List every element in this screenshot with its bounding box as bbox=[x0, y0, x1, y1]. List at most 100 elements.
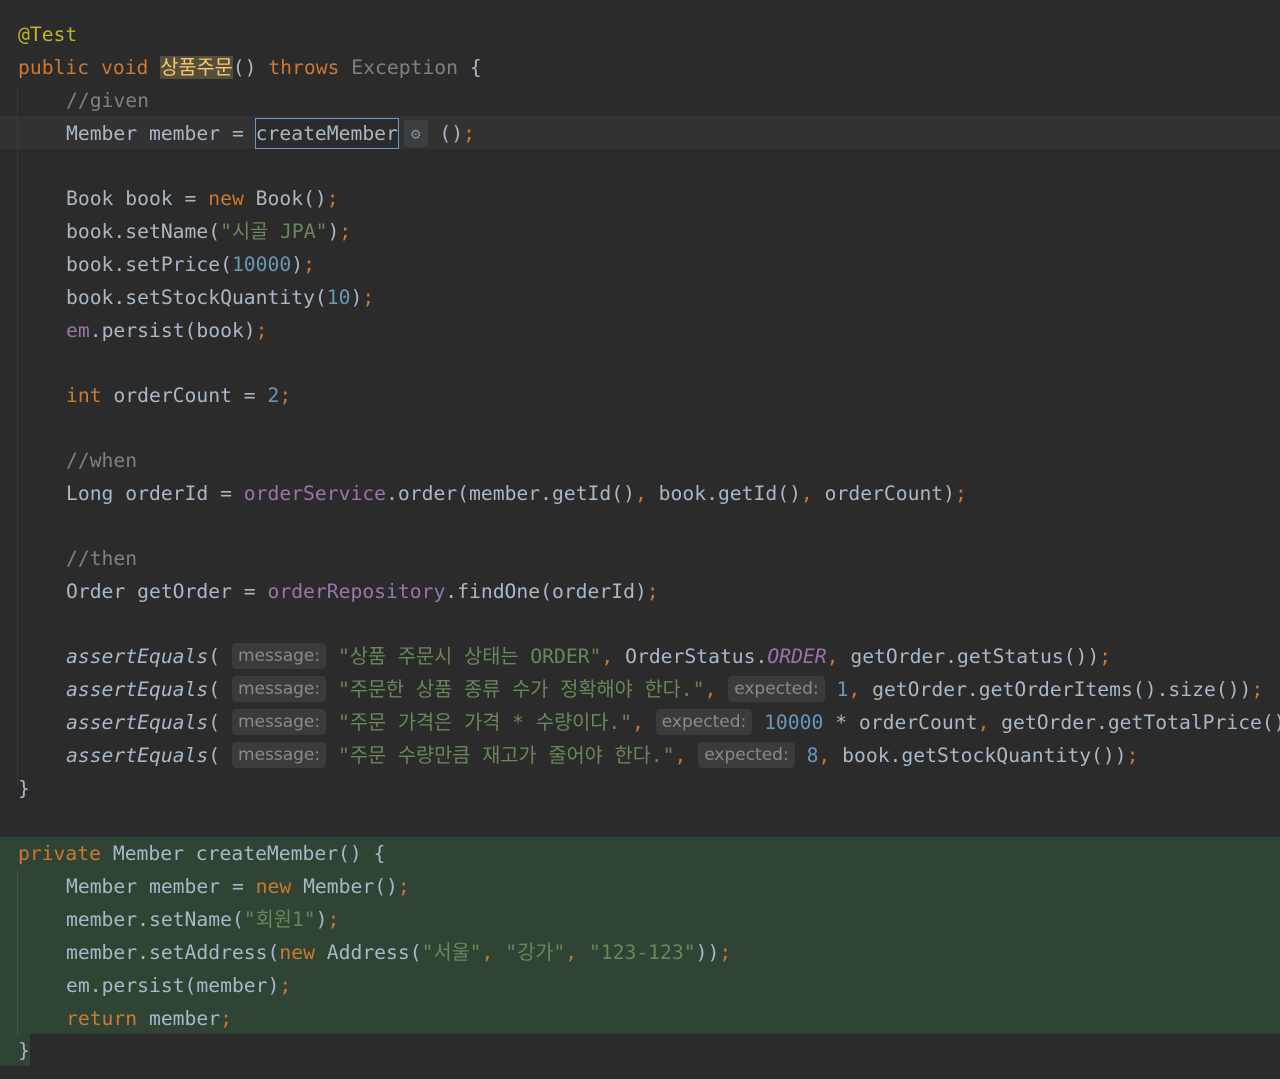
code-line[interactable]: member.setName("회원1"); bbox=[66, 903, 339, 936]
book-constructor: Book() bbox=[255, 187, 327, 210]
code-line[interactable]: member.setAddress(new Address("서울", "강가"… bbox=[66, 936, 731, 969]
open-paren: ( bbox=[208, 744, 221, 767]
order-call: .order(member.getId() bbox=[386, 482, 635, 505]
keyword-new: new bbox=[208, 187, 244, 210]
code-line[interactable]: em.persist(member); bbox=[66, 969, 291, 1002]
code-line[interactable]: } bbox=[18, 1034, 30, 1067]
close-brace: } bbox=[18, 777, 30, 800]
book-setstock-call: book.setStockQuantity( bbox=[66, 286, 327, 309]
keyword-throws: throws bbox=[268, 56, 340, 79]
assert-equals-call: assertEquals bbox=[66, 711, 209, 734]
code-line[interactable]: assertEquals( message: "주문 수량만큼 재고가 줄어야 … bbox=[66, 739, 1138, 772]
return-value: member bbox=[137, 1007, 221, 1030]
semicolon: ; bbox=[397, 875, 410, 898]
code-line[interactable]: } bbox=[18, 772, 30, 805]
code-line[interactable]: Member member = new Member(); bbox=[66, 870, 410, 903]
member-setname-call: member.setName( bbox=[66, 908, 244, 931]
code-line[interactable]: @Test bbox=[18, 18, 77, 51]
comma: , bbox=[634, 482, 647, 505]
rename-method-field[interactable]: createMember bbox=[254, 118, 399, 149]
code-line[interactable]: em.persist(book); bbox=[66, 314, 268, 347]
open-paren: ( bbox=[208, 645, 221, 668]
member-setaddress-call: member.setAddress( bbox=[66, 941, 280, 964]
parameter-hint-expected: expected: bbox=[655, 709, 753, 735]
semicolon: ; bbox=[303, 253, 315, 276]
semicolon: ; bbox=[463, 122, 475, 145]
parameter-hint-expected: expected: bbox=[698, 742, 795, 768]
actual-expression: getOrder.getOrderItems().size()) bbox=[860, 678, 1252, 701]
code-line[interactable]: assertEquals( message: "주문 가격은 가격 * 수량이다… bbox=[66, 706, 1280, 739]
comma: , bbox=[704, 678, 717, 701]
comma: , bbox=[818, 744, 831, 767]
semicolon: ; bbox=[326, 187, 339, 210]
comma: , bbox=[632, 711, 644, 734]
actual-expression: getOrder.getStatus()) bbox=[838, 645, 1100, 668]
string-literal: "123-123" bbox=[588, 941, 696, 964]
create-member-signature: Member createMember() { bbox=[100, 842, 386, 865]
exception-type: Exception bbox=[351, 56, 458, 79]
close-paren: ) bbox=[350, 286, 363, 309]
code-line[interactable]: assertEquals( message: "주문한 상품 종류 수가 정확해… bbox=[66, 673, 1263, 706]
indent-guide bbox=[17, 870, 18, 1035]
code-line[interactable]: book.setPrice(10000); bbox=[66, 248, 315, 281]
member-declaration: Member member = bbox=[66, 875, 256, 898]
actual-expression: book.getStockQuantity()) bbox=[830, 744, 1127, 767]
string-literal: "회원1" bbox=[243, 908, 316, 931]
code-line[interactable]: assertEquals( message: "상품 주문시 상태는 ORDER… bbox=[66, 640, 1111, 673]
keyword-new: new bbox=[279, 941, 315, 964]
book-setprice-call: book.setPrice( bbox=[66, 253, 232, 276]
semicolon: ; bbox=[719, 941, 732, 964]
code-line[interactable]: private Member createMember() { bbox=[18, 837, 385, 870]
indent-guide bbox=[17, 86, 18, 786]
assert-equals-call: assertEquals bbox=[66, 678, 209, 701]
open-paren: ( bbox=[208, 711, 221, 734]
code-line[interactable]: public void 상품주문() throws Exception { bbox=[18, 51, 482, 84]
number-literal: 1 bbox=[836, 678, 849, 701]
code-line[interactable]: Order getOrder = orderRepository.findOne… bbox=[66, 575, 659, 608]
order-call-arg: book.getId() bbox=[646, 482, 801, 505]
comment-when: //when bbox=[66, 449, 138, 472]
code-line[interactable]: Long orderId = orderService.order(member… bbox=[66, 477, 967, 510]
keyword-int: int bbox=[66, 384, 102, 407]
string-literal: "주문한 상품 종류 수가 정확해야 한다." bbox=[337, 678, 705, 701]
number-literal: 10 bbox=[326, 286, 351, 309]
code-line[interactable]: book.setStockQuantity(10); bbox=[66, 281, 374, 314]
code-line[interactable]: //then bbox=[66, 542, 137, 575]
semicolon: ; bbox=[646, 580, 659, 603]
code-line[interactable]: Book book = new Book(); bbox=[66, 182, 339, 215]
number-literal: 10000 bbox=[764, 711, 824, 734]
parameter-hint-message: message: bbox=[231, 676, 327, 702]
comma: , bbox=[848, 678, 861, 701]
number-literal: 8 bbox=[806, 744, 819, 767]
comment-given: //given bbox=[66, 89, 149, 112]
keyword-private: private bbox=[18, 842, 101, 865]
field-em: em bbox=[66, 974, 90, 997]
code-line[interactable]: book.setName("시골 JPA"); bbox=[66, 215, 351, 248]
book-setname-call: book.setName( bbox=[66, 220, 221, 243]
code-editor[interactable]: @Test public void 상품주문() throws Exceptio… bbox=[0, 0, 1280, 1079]
parameter-hint-message: message: bbox=[231, 643, 327, 669]
code-line[interactable]: return member; bbox=[66, 1002, 232, 1035]
book-declaration: Book book = bbox=[66, 187, 209, 210]
persist-book-call: .persist(book) bbox=[89, 319, 256, 342]
assert-equals-call: assertEquals bbox=[66, 645, 209, 668]
comma: , bbox=[977, 711, 990, 734]
order-status-class: OrderStatus. bbox=[613, 645, 768, 668]
code-line[interactable]: //given bbox=[66, 84, 149, 117]
string-literal: "주문 수량만큼 재고가 줄어야 한다." bbox=[337, 744, 675, 767]
multiply-expression: * orderCount bbox=[823, 711, 978, 734]
field-em: em bbox=[66, 319, 90, 342]
keyword-new: new bbox=[255, 875, 292, 898]
code-line[interactable]: Member member = createMember ⚙ (); bbox=[66, 117, 475, 150]
gear-icon[interactable]: ⚙ bbox=[403, 120, 428, 147]
order-id-declaration: Long orderId = bbox=[66, 482, 244, 505]
code-line[interactable]: //when bbox=[66, 444, 137, 477]
semicolon: ; bbox=[279, 384, 292, 407]
semicolon: ; bbox=[327, 908, 340, 931]
find-one-call: .findOne(orderId) bbox=[445, 580, 647, 603]
test-method-name[interactable]: 상품주문 bbox=[160, 56, 233, 79]
code-line[interactable]: int orderCount = 2; bbox=[66, 379, 291, 412]
semicolon: ; bbox=[1099, 645, 1112, 668]
close-parens: )) bbox=[695, 941, 720, 964]
comma: , bbox=[674, 744, 687, 767]
